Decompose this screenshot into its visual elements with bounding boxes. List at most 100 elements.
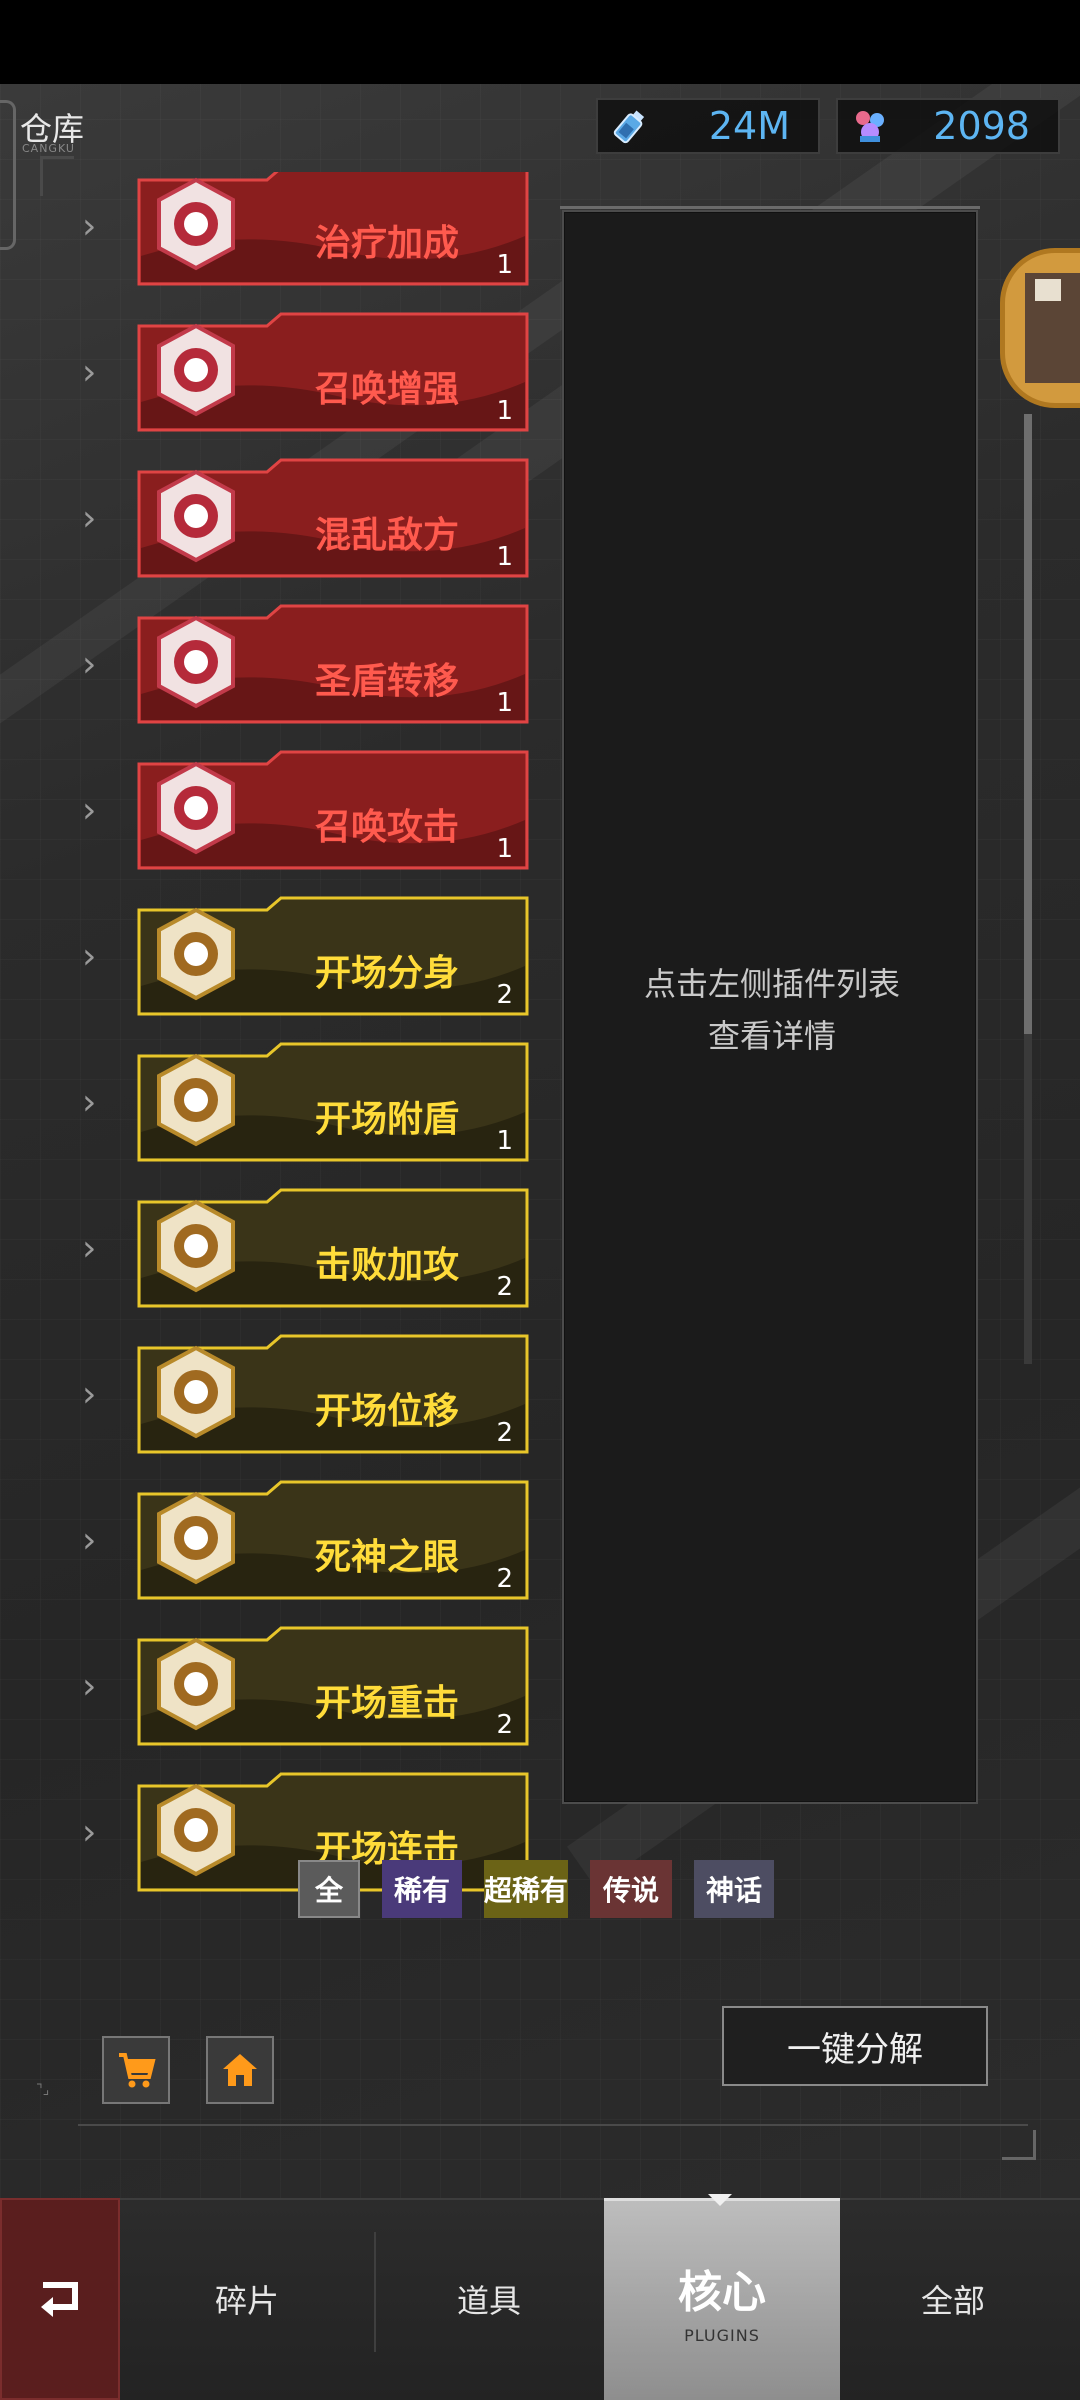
plugin-count: 2 bbox=[496, 1564, 513, 1594]
plugin-count: 1 bbox=[496, 1126, 513, 1156]
chevron-right-icon[interactable]: › bbox=[82, 936, 96, 977]
cart-icon bbox=[119, 2053, 156, 2088]
shop-button[interactable] bbox=[102, 2036, 170, 2104]
heavy-strike-icon bbox=[157, 1637, 235, 1731]
resource-potion: 24M bbox=[596, 98, 820, 154]
plugin-count: 1 bbox=[496, 396, 513, 426]
filter-legend-button[interactable]: 传说 bbox=[590, 1860, 672, 1918]
plugin-name: 开场位移 bbox=[314, 1391, 459, 1432]
plugin-list: › 治疗加成 1 › 召唤增强 1 › 混乱敌方 1 › 圣盾转移 1 › 召唤攻击 1 › 开场分身 2 › 开场附… bbox=[0, 172, 560, 1918]
plugin-count: 1 bbox=[496, 542, 513, 572]
decompose-all-button[interactable]: 一键分解 bbox=[722, 2006, 988, 2086]
filter-myth-button[interactable]: 神话 bbox=[694, 1860, 774, 1918]
resource-gems: 2098 bbox=[836, 98, 1060, 154]
chevron-right-icon[interactable]: › bbox=[82, 498, 96, 539]
return-arrow-icon bbox=[41, 2282, 78, 2317]
divider bbox=[78, 2124, 1028, 2126]
plugin-row[interactable]: › 死神之眼 2 bbox=[0, 1480, 560, 1626]
tab-all[interactable]: 全部 bbox=[842, 2198, 1064, 2400]
tab-items-label: 道具 bbox=[456, 2282, 521, 2320]
corner-mark: ⌝⌟ bbox=[36, 2082, 50, 2098]
gem-cluster-icon bbox=[856, 111, 884, 142]
chevron-right-icon[interactable]: › bbox=[82, 790, 96, 831]
active-tab-indicator bbox=[708, 2194, 732, 2206]
plugin-card[interactable]: 召唤增强 1 bbox=[137, 312, 529, 432]
plugin-card[interactable]: 混乱敌方 1 bbox=[137, 458, 529, 578]
plugin-card[interactable]: 圣盾转移 1 bbox=[137, 604, 529, 724]
resource-potion-value: 24M bbox=[708, 104, 790, 148]
plugin-count: 1 bbox=[496, 834, 513, 864]
plugin-count: 2 bbox=[496, 980, 513, 1010]
status-bar bbox=[0, 0, 1080, 84]
plugin-row[interactable]: › 开场附盾 1 bbox=[0, 1042, 560, 1188]
sword-icon bbox=[157, 1199, 235, 1293]
reaper-eye-icon bbox=[157, 1491, 235, 1585]
scroll-thumb[interactable] bbox=[1024, 414, 1032, 1034]
plugin-card[interactable]: 死神之眼 2 bbox=[137, 1480, 529, 1600]
plugin-name: 击败加攻 bbox=[314, 1245, 459, 1286]
tab-core-sub: PLUGINS bbox=[684, 2326, 760, 2345]
chevron-right-icon[interactable]: › bbox=[82, 644, 96, 685]
plugin-card[interactable]: 开场重击 2 bbox=[137, 1626, 529, 1746]
home-button[interactable] bbox=[206, 2036, 274, 2104]
tab-fragments-label: 碎片 bbox=[214, 2282, 279, 2320]
tab-core-label: 核心 bbox=[678, 2267, 766, 2318]
plugin-name: 开场分身 bbox=[314, 953, 459, 994]
plugin-row[interactable]: › 圣盾转移 1 bbox=[0, 604, 560, 750]
back-button[interactable] bbox=[0, 2198, 120, 2400]
page-title-sub: CANGKU bbox=[22, 142, 75, 155]
summon-boost-icon bbox=[157, 323, 235, 417]
chevron-right-icon[interactable]: › bbox=[82, 1812, 96, 1853]
plugin-row[interactable]: › 开场分身 2 bbox=[0, 896, 560, 1042]
combo-icon bbox=[157, 1783, 235, 1877]
summon-attack-icon bbox=[157, 761, 235, 855]
plugin-row[interactable]: › 召唤增强 1 bbox=[0, 312, 560, 458]
plugin-name: 死神之眼 bbox=[314, 1537, 459, 1578]
filter-all-button[interactable]: 全 bbox=[298, 1860, 360, 1918]
house-icon bbox=[223, 2054, 257, 2086]
plugin-row[interactable]: › 混乱敌方 1 bbox=[0, 458, 560, 604]
plugin-card[interactable]: 开场附盾 1 bbox=[137, 1042, 529, 1162]
plugin-row[interactable]: › 开场位移 2 bbox=[0, 1334, 560, 1480]
plugin-row[interactable]: › 治疗加成 1 bbox=[0, 172, 560, 312]
chaos-icon bbox=[157, 469, 235, 563]
clone-icon bbox=[157, 907, 235, 1001]
tab-core[interactable]: 核心 PLUGINS bbox=[604, 2198, 840, 2400]
plugin-row[interactable]: › 召唤攻击 1 bbox=[0, 750, 560, 896]
plugin-name: 开场重击 bbox=[314, 1683, 459, 1724]
plugin-row[interactable]: › 开场重击 2 bbox=[0, 1626, 560, 1772]
plugin-name: 开场附盾 bbox=[314, 1099, 459, 1140]
filter-super-rare-button[interactable]: 超稀有 bbox=[484, 1860, 568, 1918]
shield-icon bbox=[157, 1053, 235, 1147]
plugin-card[interactable]: 击败加攻 2 bbox=[137, 1188, 529, 1308]
plugin-name: 混乱敌方 bbox=[314, 515, 459, 556]
chevron-right-icon[interactable]: › bbox=[82, 206, 96, 247]
character-avatar[interactable] bbox=[1000, 248, 1080, 408]
chevron-right-icon[interactable]: › bbox=[82, 1374, 96, 1415]
detail-panel: 点击左侧插件列表 查看详情 bbox=[560, 206, 980, 1804]
chevron-right-icon[interactable]: › bbox=[82, 352, 96, 393]
plugin-card[interactable]: 召唤攻击 1 bbox=[137, 750, 529, 870]
plugin-card[interactable]: 治疗加成 1 bbox=[137, 172, 529, 286]
potion-icon bbox=[613, 110, 645, 144]
plugin-card[interactable]: 开场分身 2 bbox=[137, 896, 529, 1016]
plugin-count: 2 bbox=[496, 1710, 513, 1740]
chevron-right-icon[interactable]: › bbox=[82, 1520, 96, 1561]
corner-bracket bbox=[1002, 2130, 1036, 2160]
filter-rare-button[interactable]: 稀有 bbox=[382, 1860, 462, 1918]
plugin-count: 1 bbox=[496, 250, 513, 280]
plugin-count: 1 bbox=[496, 688, 513, 718]
tab-all-label: 全部 bbox=[920, 2282, 985, 2320]
tab-fragments[interactable]: 碎片 bbox=[122, 2198, 372, 2400]
chevron-right-icon[interactable]: › bbox=[82, 1666, 96, 1707]
chevron-right-icon[interactable]: › bbox=[82, 1228, 96, 1269]
detail-hint-line1: 点击左侧插件列表 bbox=[643, 965, 900, 1003]
plugin-card[interactable]: 开场位移 2 bbox=[137, 1334, 529, 1454]
plugin-row[interactable]: › 击败加攻 2 bbox=[0, 1188, 560, 1334]
chevron-right-icon[interactable]: › bbox=[82, 1082, 96, 1123]
tab-items[interactable]: 道具 bbox=[376, 2198, 602, 2400]
holy-shield-icon bbox=[157, 615, 235, 709]
heal-icon bbox=[157, 177, 235, 271]
plugin-name: 治疗加成 bbox=[314, 223, 459, 264]
rarity-filters: 全 稀有 超稀有 传说 神话 bbox=[298, 1860, 774, 1918]
